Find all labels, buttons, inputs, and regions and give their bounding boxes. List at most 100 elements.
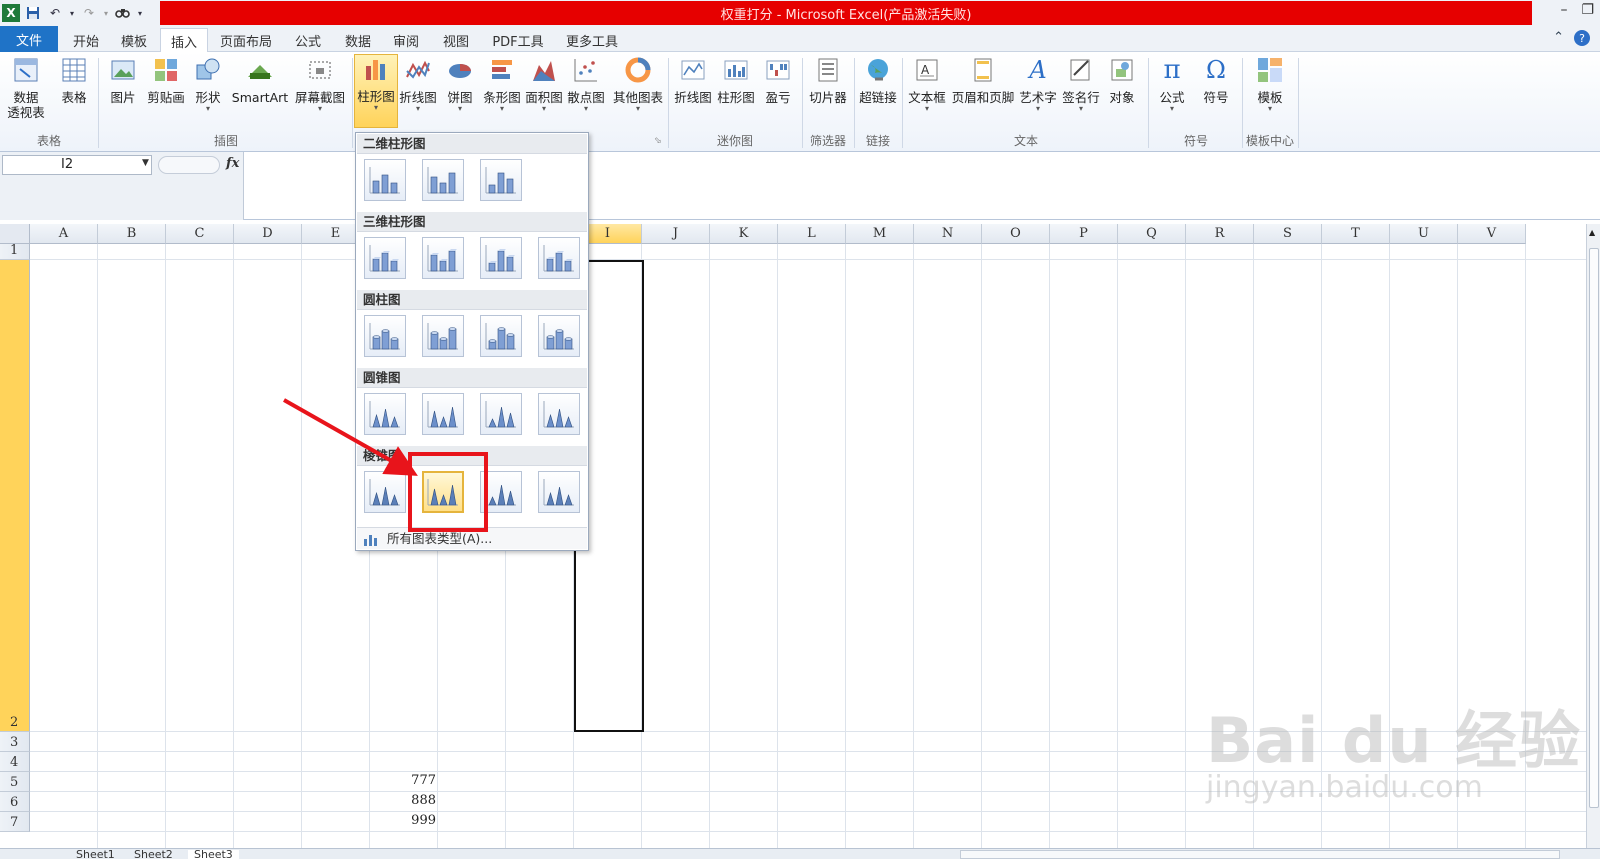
sheet-tab-3[interactable]: Sheet3 bbox=[188, 849, 239, 859]
vertical-scrollbar[interactable]: ▲ bbox=[1586, 224, 1600, 848]
find-icon[interactable] bbox=[114, 4, 132, 22]
chart-dialog-launcher-icon[interactable]: ⬂ bbox=[654, 136, 662, 146]
screenshot-button[interactable]: 屏幕截图 ▾ bbox=[292, 56, 348, 113]
column-header-J[interactable]: J bbox=[642, 224, 710, 244]
tab-home[interactable]: 开始 bbox=[66, 28, 106, 52]
cone-chart-option-4[interactable] bbox=[538, 393, 580, 435]
wordart-button[interactable]: A 艺术字 ▾ bbox=[1018, 56, 1058, 113]
collapse-ribbon-icon[interactable]: ⌃ bbox=[1553, 30, 1564, 46]
pivot-table-button[interactable]: 数据 透视表 bbox=[4, 56, 48, 120]
clipart-button[interactable]: 剪贴画 bbox=[146, 56, 186, 105]
bar-chart-button[interactable]: 条形图 ▾ bbox=[482, 56, 522, 113]
column-header-Q[interactable]: Q bbox=[1118, 224, 1186, 244]
pyramid-chart-option-1[interactable] bbox=[364, 471, 406, 513]
3d-column-chart-option-3[interactable] bbox=[480, 237, 522, 279]
tab-formulas[interactable]: 公式 bbox=[288, 28, 328, 52]
2d-column-chart-option-3[interactable] bbox=[480, 159, 522, 201]
area-chart-button[interactable]: 面积图 ▾ bbox=[524, 56, 564, 113]
tab-data[interactable]: 数据 bbox=[338, 28, 378, 52]
restore-icon[interactable]: ❐ bbox=[1581, 2, 1594, 18]
row-header-2[interactable]: 2 bbox=[0, 260, 30, 732]
column-header-B[interactable]: B bbox=[98, 224, 166, 244]
worksheet-grid[interactable]: ABCDEFGHIJKLMNOPQRSTUV 1234567 777 888 9… bbox=[0, 224, 1586, 848]
tab-file[interactable]: 文件 bbox=[0, 26, 58, 52]
column-header-N[interactable]: N bbox=[914, 224, 982, 244]
3d-column-chart-option-4[interactable] bbox=[538, 237, 580, 279]
3d-column-chart-option-2[interactable] bbox=[422, 237, 464, 279]
scroll-up-icon[interactable]: ▲ bbox=[1589, 228, 1595, 237]
line-chart-button[interactable]: 折线图 ▾ bbox=[398, 56, 438, 113]
help-icon[interactable]: ? bbox=[1574, 30, 1590, 46]
column-header-C[interactable]: C bbox=[166, 224, 234, 244]
customize-qat-icon[interactable]: ▾ bbox=[136, 4, 144, 22]
sparkline-column-button[interactable]: 柱形图 bbox=[716, 56, 756, 105]
row-header-3[interactable]: 3 bbox=[0, 732, 30, 752]
other-charts-button[interactable]: 其他图表 ▾ bbox=[610, 56, 666, 113]
column-chart-button[interactable]: 柱形图 ▾ bbox=[354, 54, 398, 128]
cone-chart-option-1[interactable] bbox=[364, 393, 406, 435]
minimize-icon[interactable]: – bbox=[1560, 2, 1567, 18]
cylinder-chart-option-1[interactable] bbox=[364, 315, 406, 357]
pie-chart-button[interactable]: 饼图 ▾ bbox=[442, 56, 478, 113]
column-header-P[interactable]: P bbox=[1050, 224, 1118, 244]
signature-line-button[interactable]: 签名行 ▾ bbox=[1060, 56, 1102, 113]
column-header-L[interactable]: L bbox=[778, 224, 846, 244]
sparkline-line-button[interactable]: 折线图 bbox=[672, 56, 714, 105]
template-button[interactable]: 模板 ▾ bbox=[1250, 56, 1290, 113]
cell-F7[interactable]: 999 bbox=[370, 813, 436, 828]
2d-column-chart-option-1[interactable] bbox=[364, 159, 406, 201]
sheet-tab-2[interactable]: Sheet2 bbox=[128, 849, 179, 859]
tab-pdf-tools[interactable]: PDF工具 bbox=[486, 28, 550, 52]
3d-column-chart-option-1[interactable] bbox=[364, 237, 406, 279]
save-icon[interactable] bbox=[24, 4, 42, 22]
column-header-D[interactable]: D bbox=[234, 224, 302, 244]
hyperlink-button[interactable]: 超链接 bbox=[856, 56, 900, 105]
column-header-V[interactable]: V bbox=[1458, 224, 1526, 244]
column-header-K[interactable]: K bbox=[710, 224, 778, 244]
tab-insert[interactable]: 插入 bbox=[160, 28, 208, 53]
column-header-S[interactable]: S bbox=[1254, 224, 1322, 244]
cylinder-chart-option-4[interactable] bbox=[538, 315, 580, 357]
cell-F6[interactable]: 888 bbox=[370, 793, 436, 808]
scatter-chart-button[interactable]: 散点图 ▾ bbox=[566, 56, 606, 113]
excel-logo-icon[interactable]: X bbox=[2, 4, 20, 22]
select-all-corner[interactable] bbox=[0, 224, 30, 244]
redo-icon[interactable]: ↷ bbox=[80, 4, 98, 22]
textbox-button[interactable]: A 文本框 ▾ bbox=[906, 56, 948, 113]
sheet-tab-1[interactable]: Sheet1 bbox=[70, 849, 121, 859]
cylinder-chart-option-2[interactable] bbox=[422, 315, 464, 357]
row-header-6[interactable]: 6 bbox=[0, 792, 30, 812]
tab-view[interactable]: 视图 bbox=[436, 28, 476, 52]
column-header-U[interactable]: U bbox=[1390, 224, 1458, 244]
sparkline-winloss-button[interactable]: 盈亏 bbox=[760, 56, 796, 105]
object-button[interactable]: 对象 bbox=[1104, 56, 1140, 105]
shapes-button[interactable]: 形状 ▾ bbox=[190, 56, 226, 113]
pyramid-chart-option-4[interactable] bbox=[538, 471, 580, 513]
undo-icon[interactable]: ↶ bbox=[46, 4, 64, 22]
undo-dropdown-icon[interactable]: ▾ bbox=[68, 4, 76, 22]
column-header-A[interactable]: A bbox=[30, 224, 98, 244]
table-button[interactable]: 表格 bbox=[56, 56, 92, 105]
column-header-T[interactable]: T bbox=[1322, 224, 1390, 244]
smartart-button[interactable]: SmartArt bbox=[230, 56, 290, 105]
cylinder-chart-option-3[interactable] bbox=[480, 315, 522, 357]
name-box[interactable]: I2 bbox=[2, 155, 152, 175]
tab-more-tools[interactable]: 更多工具 bbox=[560, 28, 624, 52]
2d-column-chart-option-2[interactable] bbox=[422, 159, 464, 201]
cell-F5[interactable]: 777 bbox=[370, 773, 436, 788]
tab-page-layout[interactable]: 页面布局 bbox=[214, 28, 278, 52]
name-box-dropdown-icon[interactable]: ▼ bbox=[142, 158, 149, 168]
redo-dropdown-icon[interactable]: ▾ bbox=[102, 4, 110, 22]
insert-function-icon[interactable]: fx bbox=[226, 156, 239, 171]
row-header-7[interactable]: 7 bbox=[0, 812, 30, 832]
equation-button[interactable]: π 公式 ▾ bbox=[1152, 55, 1192, 113]
vertical-scroll-thumb[interactable] bbox=[1589, 248, 1599, 808]
tab-review[interactable]: 审阅 bbox=[386, 28, 426, 52]
cone-chart-option-3[interactable] bbox=[480, 393, 522, 435]
row-header-1[interactable]: 1 bbox=[0, 243, 30, 260]
symbol-button[interactable]: Ω 符号 bbox=[1196, 56, 1236, 105]
slicer-button[interactable]: 切片器 bbox=[806, 56, 850, 105]
cone-chart-option-2[interactable] bbox=[422, 393, 464, 435]
header-footer-button[interactable]: 页眉和页脚 bbox=[950, 56, 1016, 105]
horizontal-scrollbar[interactable] bbox=[960, 850, 1560, 859]
